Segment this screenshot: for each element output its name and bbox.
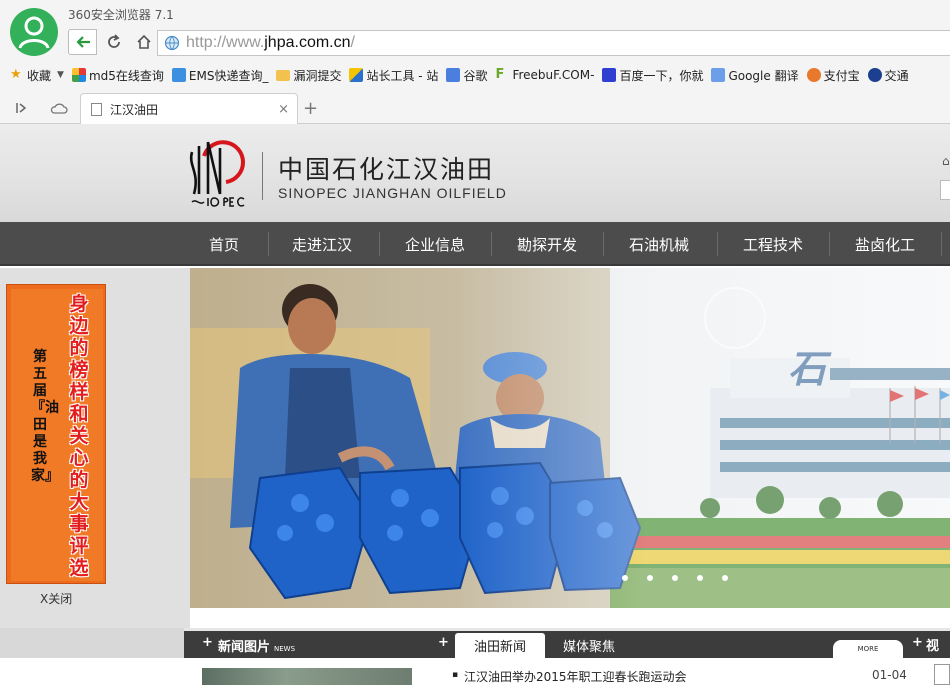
nav-machinery[interactable]: 石油机械 (603, 222, 715, 266)
tab-strip: 江汉油田 × + (0, 93, 950, 124)
section-bar: + 新闻图片 NEWS + 油田新闻 媒体聚焦 MORE + 视 (184, 631, 950, 658)
site-name-cn: 中国石化江汉油田 (278, 155, 495, 184)
tab-jianghan[interactable]: 江汉油田 × (80, 93, 298, 124)
site-header: 中国石化江汉油田 SINOPEC JIANGHAN OILFIELD ⌂ (0, 124, 950, 222)
home-icon (136, 34, 151, 49)
nav-exploration[interactable]: 勘探开发 (491, 222, 603, 266)
home-small-icon[interactable]: ⌂ (942, 154, 950, 168)
bookmark-vuln[interactable]: 漏洞提交 (276, 67, 341, 84)
video-thumbnail[interactable] (934, 664, 950, 685)
home-button[interactable] (129, 29, 158, 55)
user-avatar-icon[interactable] (10, 8, 58, 56)
tab-oilfield-news[interactable]: 油田新闻 (455, 633, 545, 658)
freebuf-icon: F (495, 67, 505, 82)
folder-icon (276, 69, 291, 81)
news-list-item[interactable]: ▪ 江汉油田举办2015年职工迎春长跑运动会 01-04 (452, 668, 912, 685)
video-section-title[interactable]: 视 (926, 635, 939, 654)
sidebar-toggle-icon[interactable] (12, 99, 30, 117)
globe-icon (164, 35, 180, 51)
back-button[interactable] (68, 29, 97, 55)
bookmark-md5[interactable]: md5在线查询 (71, 67, 164, 84)
bookmark-traffic[interactable]: 交通 (867, 67, 909, 84)
plus-icon: + (912, 635, 923, 650)
plus-icon: + (438, 635, 449, 650)
plus-icon: + (202, 635, 213, 650)
bookmark-webmaster[interactable]: 站长工具 - 站 (349, 67, 438, 84)
hero-banner[interactable]: 石 (190, 268, 950, 608)
left-panel: 身边的榜样和关心的大事评选 第五届『油田是我家』 X关闭 (0, 268, 190, 628)
web-page: 中国石化江汉油田 SINOPEC JIANGHAN OILFIELD ⌂ 首页 … (0, 124, 950, 685)
ie-icon (171, 68, 186, 82)
news-title[interactable]: 江汉油田举办2015年职工迎春长跑运动会 (464, 668, 687, 685)
bookmark-favorites[interactable]: ★ 收藏 ▼ (10, 67, 64, 84)
google-icon (446, 68, 461, 82)
star-icon: ★ (10, 67, 22, 82)
bookmark-freebuf[interactable]: F FreebuF.COM- (495, 67, 594, 83)
news-pictures-title[interactable]: 新闻图片 NEWS (218, 636, 295, 655)
nav-about[interactable]: 走进江汉 (266, 222, 378, 266)
nav-engineering[interactable]: 工程技术 (717, 222, 829, 266)
promo-main-text: 身边的榜样和关心的大事评选 (69, 293, 89, 579)
alipay-icon (806, 68, 821, 82)
promo-side-text: 第五届『油田是我家』 (31, 349, 59, 484)
nav-enterprise-info[interactable]: 企业信息 (379, 222, 491, 266)
grid-icon (71, 68, 86, 82)
more-link[interactable]: MORE (833, 640, 903, 658)
url-text: http://www.jhpa.com.cn/ (186, 34, 355, 51)
banner-overlay-text: 石 (788, 346, 827, 391)
bookmark-ems[interactable]: EMS快递查询_ (171, 67, 268, 84)
nav-separator (941, 232, 942, 256)
close-promo-link[interactable]: X关闭 (40, 590, 72, 607)
new-tab-button[interactable]: + (303, 98, 318, 119)
nav-chemical[interactable]: 盐卤化工 (829, 222, 941, 266)
address-bar[interactable]: http://www.jhpa.com.cn/ (157, 30, 950, 56)
page-icon (91, 102, 102, 116)
sinopec-logo-icon[interactable] (186, 136, 248, 210)
site-name-en: SINOPEC JIANGHAN OILFIELD (278, 185, 507, 201)
banner-photo (190, 268, 950, 608)
baidu-icon (602, 68, 617, 82)
bookmark-translate[interactable]: Google 翻译 (711, 67, 799, 84)
arrow-left-icon (75, 36, 90, 48)
news-thumbnail[interactable] (202, 668, 412, 685)
close-tab-icon[interactable]: × (278, 102, 289, 117)
news-date: 01-04 (872, 668, 907, 682)
search-input[interactable] (940, 180, 950, 200)
chevron-down-icon[interactable]: ▼ (57, 70, 64, 80)
translate-icon (711, 68, 726, 82)
bookmark-google[interactable]: 谷歌 (446, 67, 487, 84)
tab-media-focus[interactable]: 媒体聚焦 (554, 633, 624, 658)
promo-banner[interactable]: 身边的榜样和关心的大事评选 第五届『油田是我家』 (6, 284, 106, 584)
reload-button[interactable] (99, 29, 128, 55)
cloud-icon[interactable] (50, 99, 68, 117)
main-nav: 首页 走进江汉 企业信息 勘探开发 石油机械 工程技术 盐卤化工 (0, 222, 950, 266)
window-title: 360安全浏览器 7.1 (68, 8, 174, 22)
bookmark-alipay[interactable]: 支付宝 (806, 67, 860, 84)
chart-icon (349, 68, 364, 82)
logo-divider (262, 152, 263, 200)
bullet-icon: ▪ (452, 670, 459, 680)
reload-icon (107, 34, 120, 48)
traffic-icon (867, 68, 882, 82)
bookmark-baidu[interactable]: 百度一下，你就 (602, 67, 703, 84)
nav-home[interactable]: 首页 (168, 222, 280, 266)
browser-chrome: 360安全浏览器 7.1 http://www.jhpa.com.cn/ ★ 收… (0, 0, 950, 124)
bookmarks-bar: ★ 收藏 ▼ md5在线查询 EMS快递查询_ 漏洞提交 站长工具 - 站 谷歌… (0, 64, 950, 86)
